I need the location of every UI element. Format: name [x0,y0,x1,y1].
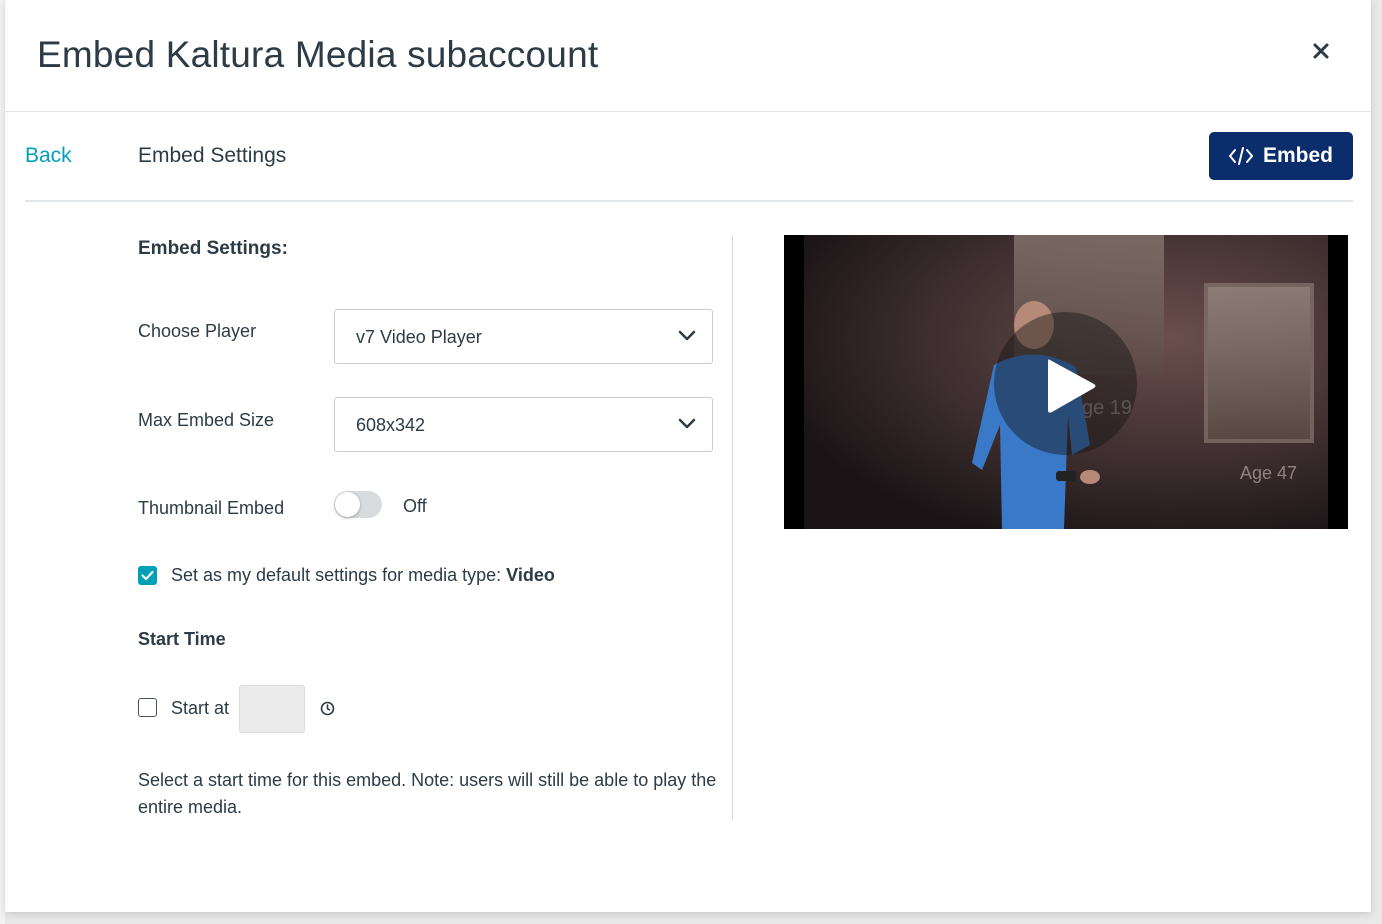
close-button[interactable] [1308,38,1334,64]
choose-player-select[interactable]: v7 Video Player [334,309,713,364]
code-icon [1228,147,1253,165]
embed-modal: Embed Kaltura Media subaccount Back Embe… [5,0,1371,912]
embed-settings-heading: Embed Settings: [138,238,288,259]
thumbnail-embed-toggle[interactable] [334,491,382,518]
thumbnail-embed-state: Off [403,496,427,516]
checkmark-icon [141,570,154,581]
overlay-text-age-47: Age 47 [1240,463,1298,483]
max-embed-size-value: 608x342 [356,415,426,435]
embed-button-label: Embed [1262,144,1333,167]
default-settings-label: Set as my default settings for media typ… [171,565,555,586]
vertical-divider [732,235,733,820]
max-embed-size-select[interactable]: 608x342 [334,397,713,452]
start-time-help-text: Select a start time for this embed. Note… [138,770,717,817]
start-at-checkbox[interactable] [138,698,157,717]
media-type-value: Video [506,565,555,585]
default-settings-checkbox[interactable] [138,566,157,585]
start-time-heading: Start Time [138,629,226,649]
max-embed-size-label: Max Embed Size [138,410,275,430]
start-time-input[interactable] [239,685,305,733]
video-preview[interactable]: ge 19 Age 47 [784,235,1348,529]
close-icon [1313,43,1329,59]
modal-title: Embed Kaltura Media subaccount [37,34,599,75]
choose-player-value: v7 Video Player [356,327,482,347]
thumbnail-embed-label: Thumbnail Embed [138,498,285,518]
background-photo-older [1204,283,1314,443]
back-link[interactable]: Back [25,144,72,168]
chevron-down-icon [678,330,696,341]
default-settings-text: Set as my default settings for media typ… [171,565,507,585]
chevron-down-icon [678,418,696,429]
toggle-knob [335,492,360,517]
embed-settings-title: Embed Settings [138,144,287,167]
embed-settings-panel: Embed Settings: Choose Player v7 Video P… [138,235,733,820]
choose-player-label: Choose Player [138,321,257,341]
subheader: Back Embed Settings Embed [25,112,1353,202]
modal-header: Embed Kaltura Media subaccount [5,0,1371,112]
play-icon [1048,359,1096,413]
clock-icon[interactable] [320,701,335,716]
play-button[interactable] [994,312,1137,455]
embed-button[interactable]: Embed [1209,132,1353,180]
start-at-label: Start at [171,698,230,718]
